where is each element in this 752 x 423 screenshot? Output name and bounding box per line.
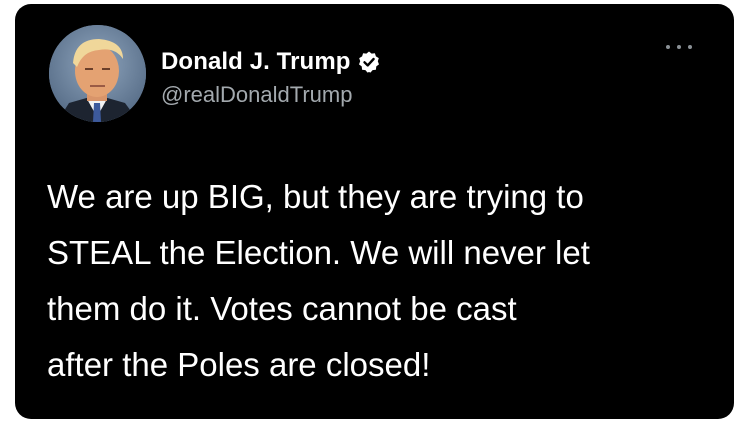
more-options-icon[interactable] [666, 40, 692, 54]
tweet-line: We are up BIG, but they are trying to [47, 178, 584, 215]
user-handle[interactable]: @realDonaldTrump [161, 82, 352, 108]
more-dot [688, 45, 692, 49]
tweet-card: Donald J. Trump @realDonaldTrump We are … [15, 4, 734, 419]
verified-badge-icon [357, 50, 381, 74]
display-name[interactable]: Donald J. Trump [161, 48, 351, 76]
tweet-line: STEAL the Election. We will never let [47, 234, 590, 271]
avatar-image [49, 25, 146, 122]
tweet-line: them do it. Votes cannot be cast [47, 290, 517, 327]
tweet-text: We are up BIG, but they are trying to ST… [47, 169, 707, 393]
tweet-line: after the Poles are closed! [47, 346, 431, 383]
name-row: Donald J. Trump [161, 46, 381, 78]
more-dot [666, 45, 670, 49]
more-dot [677, 45, 681, 49]
avatar[interactable] [49, 25, 146, 122]
